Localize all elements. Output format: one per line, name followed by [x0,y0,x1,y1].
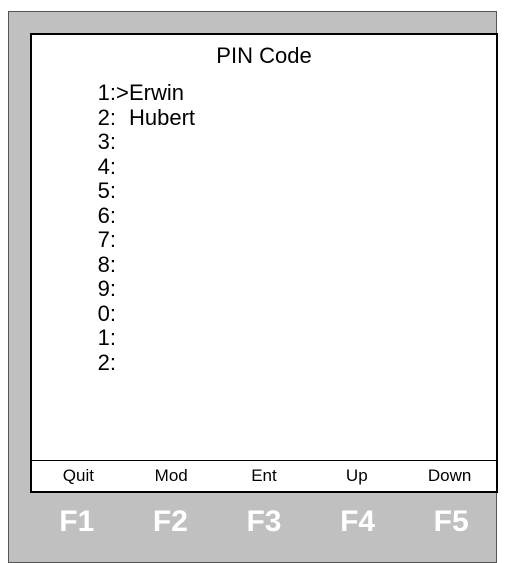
list-item[interactable]: 8: [84,251,195,278]
list-item[interactable]: 3: [84,129,195,155]
f2-key[interactable]: F2 [124,505,218,539]
entry-index: 6: [97,202,116,228]
entry-index: 9: [97,276,116,301]
list-item[interactable]: 5: [84,178,195,204]
entry-index: 5: [97,178,116,203]
entry-name: Erwin [129,80,185,105]
screen-title: PIN Code [216,43,312,68]
softkey-quit[interactable]: Quit [32,466,125,486]
f3-key[interactable]: F3 [217,505,311,539]
softkey-ent[interactable]: Ent [218,466,311,486]
f1-key[interactable]: F1 [30,505,124,539]
list-item[interactable]: 1: > Erwin [84,80,195,106]
softkey-bar: Quit Mod Ent Up Down [32,460,496,491]
list-item[interactable]: 4: [84,153,195,180]
entry-index: 4: [97,153,116,179]
entry-index: 2: [97,104,116,130]
pin-code-list: 1: > Erwin 2: Hubert 3: 4: 5: 6: 7: 8: 9… [84,80,196,376]
list-item[interactable]: 2: [84,349,195,376]
entry-index: 2: [97,349,116,375]
entry-name: Hubert [129,104,196,130]
f4-key[interactable]: F4 [311,505,405,539]
softkey-mod[interactable]: Mod [125,466,218,486]
selection-cursor: > [116,80,129,105]
list-item[interactable]: 1: [84,325,195,351]
device-panel: PIN Code 1: > Erwin 2: Hubert 3: 4: 5: 6: 7… [8,11,498,563]
list-item[interactable]: 0: [84,300,195,327]
softkey-up[interactable]: Up [310,466,403,486]
entry-index: 7: [97,227,116,252]
function-key-row: F1 F2 F3 F4 F5 [30,497,498,547]
entry-index: 3: [97,129,116,154]
entry-index: 1: [97,80,116,105]
entry-index: 8: [97,251,116,277]
softkey-down[interactable]: Down [403,466,496,486]
list-item[interactable]: 9: [84,276,195,302]
entry-index: 0: [97,300,116,326]
lcd-screen: PIN Code 1: > Erwin 2: Hubert 3: 4: 5: 6: 7… [30,33,498,493]
f5-key[interactable]: F5 [404,505,498,539]
entry-index: 1: [97,325,116,350]
list-item[interactable]: 2: Hubert [84,104,196,131]
list-item[interactable]: 7: [84,227,195,253]
list-item[interactable]: 6: [84,202,195,229]
